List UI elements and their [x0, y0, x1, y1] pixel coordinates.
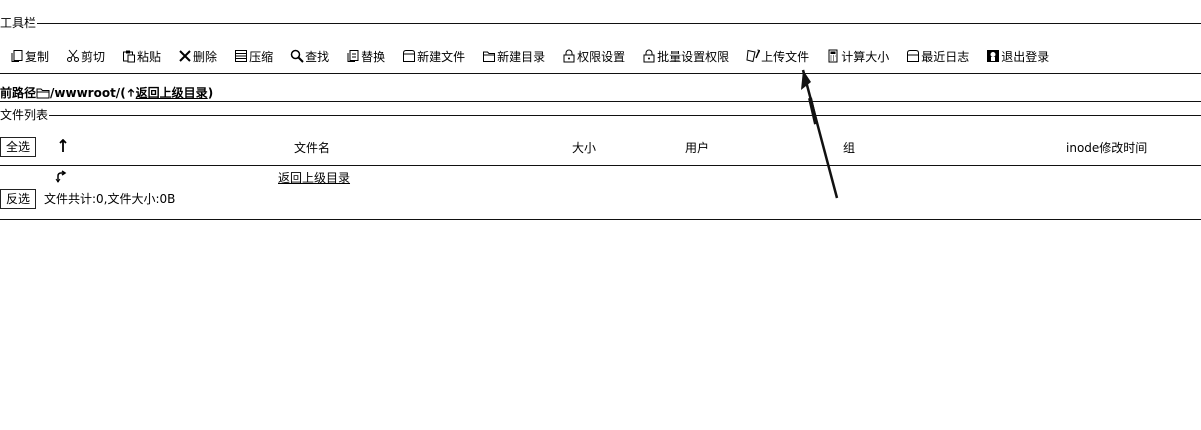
lock-icon — [643, 49, 655, 63]
column-user[interactable]: 用户 — [685, 140, 709, 156]
lock-icon — [563, 49, 575, 63]
up-folder-icon — [127, 88, 134, 97]
calculator-icon — [828, 49, 838, 63]
cut-label: 剪切 — [81, 49, 106, 64]
paste-icon — [123, 50, 136, 63]
parent-dir-link[interactable]: 返回上级目录 — [278, 171, 350, 185]
logout-label: 退出登录 — [1001, 49, 1050, 64]
search-label: 查找 — [305, 49, 330, 64]
cut-button[interactable]: 剪切 — [66, 48, 105, 65]
toolbar-legend: 工具栏 — [0, 16, 1201, 30]
column-filename[interactable]: 文件名 — [294, 140, 330, 156]
batch-permission-button[interactable]: 批量设置权限 — [642, 48, 729, 65]
search-button[interactable]: 查找 — [290, 48, 329, 65]
header-divider — [0, 165, 1201, 166]
toolbar-legend-line — [37, 22, 1201, 24]
compress-icon — [235, 50, 248, 62]
delete-label: 删除 — [193, 49, 218, 64]
paste-button[interactable]: 粘贴 — [122, 48, 161, 65]
log-icon — [907, 50, 920, 62]
back-to-parent-link[interactable]: 返回上级目录 — [136, 84, 208, 101]
toolbar-divider — [0, 73, 1201, 74]
new-file-button[interactable]: 新建文件 — [402, 48, 465, 65]
file-manager-page: 工具栏 复制 剪切 粘贴 删除 压缩 查找 替换 新建文件 新建目录 权限设置 … — [0, 0, 1201, 430]
compress-label: 压缩 — [249, 49, 274, 64]
current-path-bar: 前路径 /wwwroot/ ( 返回上级目录 ) — [0, 84, 213, 101]
path-paren-close: ) — [207, 85, 214, 100]
new-folder-label: 新建目录 — [497, 49, 546, 64]
replace-button[interactable]: 替换 — [346, 48, 385, 65]
calc-size-label: 计算大小 — [841, 49, 890, 64]
permission-label: 权限设置 — [577, 49, 626, 64]
column-inode-mtime[interactable]: inode修改时间 — [1066, 140, 1147, 156]
permission-button[interactable]: 权限设置 — [562, 48, 625, 65]
search-icon — [290, 49, 304, 63]
path-divider — [0, 101, 1201, 102]
upload-icon — [746, 49, 761, 63]
path-label: 前路径 — [0, 86, 37, 100]
copy-label: 复制 — [25, 49, 50, 64]
upload-button[interactable]: 上传文件 — [746, 48, 809, 65]
recent-log-label: 最近日志 — [921, 49, 970, 64]
file-summary: 文件共计:0,文件大小:0B — [44, 192, 176, 206]
delete-button[interactable]: 删除 — [178, 48, 217, 65]
copy-button[interactable]: 复制 — [10, 48, 49, 65]
calc-size-button[interactable]: 计算大小 — [826, 48, 889, 65]
column-size[interactable]: 大小 — [572, 140, 596, 156]
toolbar-legend-text: 工具栏 — [0, 16, 37, 30]
filelist-legend: 文件列表 — [0, 108, 1201, 122]
filelist-bottom-divider — [0, 219, 1201, 220]
folder-icon — [36, 88, 50, 98]
invert-selection-button[interactable]: 反选 — [0, 189, 37, 209]
filelist-legend-line — [49, 114, 1201, 116]
toolbar: 复制 剪切 粘贴 删除 压缩 查找 替换 新建文件 新建目录 权限设置 批量设置… — [10, 46, 1066, 66]
select-all-button[interactable]: 全选 — [0, 137, 37, 157]
scissors-icon — [67, 49, 80, 62]
new-file-icon — [403, 50, 416, 62]
batch-permission-label: 批量设置权限 — [657, 49, 730, 64]
copy-icon — [11, 50, 23, 62]
parent-dir-icon — [55, 170, 67, 183]
replace-icon — [347, 50, 359, 62]
replace-label: 替换 — [361, 49, 386, 64]
filelist-legend-text: 文件列表 — [0, 108, 49, 122]
mouse-pointer-icon — [801, 69, 839, 199]
logout-button[interactable]: 退出登录 — [986, 48, 1049, 65]
new-folder-icon — [483, 51, 496, 62]
paste-label: 粘贴 — [137, 49, 162, 64]
new-file-label: 新建文件 — [417, 49, 466, 64]
new-folder-button[interactable]: 新建目录 — [482, 48, 545, 65]
compress-button[interactable]: 压缩 — [234, 48, 273, 65]
delete-icon — [179, 50, 191, 62]
path-value: /wwwroot/ — [50, 85, 121, 100]
recent-log-button[interactable]: 最近日志 — [906, 48, 969, 65]
logout-icon — [987, 50, 1000, 62]
up-arrow-icon[interactable] — [58, 139, 68, 153]
upload-label: 上传文件 — [761, 49, 810, 64]
